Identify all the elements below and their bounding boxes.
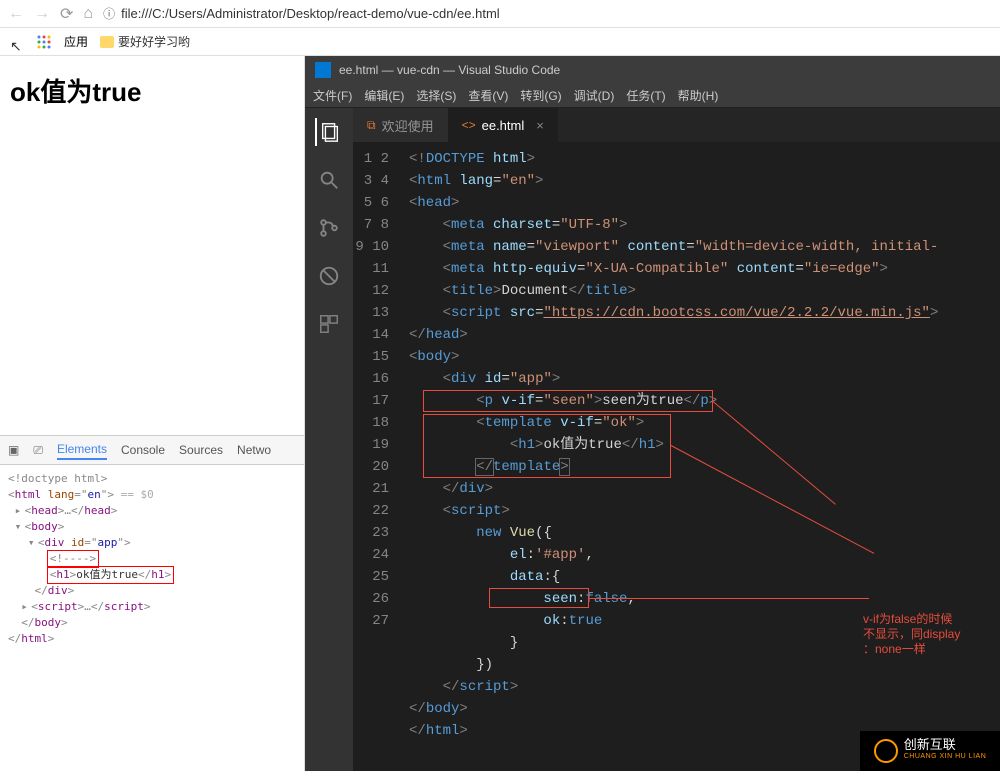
activity-bar [305,108,353,771]
page-content: ok值为true [0,56,304,125]
dom-body-open: ▾<body> [8,519,296,535]
code-editor[interactable]: 1 2 3 4 5 6 7 8 9 10 11 12 13 14 15 16 1… [353,142,1000,771]
menu-debug[interactable]: 调试(D) [574,87,615,104]
device-icon[interactable]: ⎚ [33,443,43,458]
bookmarks-bar: ↖ 应用 要好好学习哟 [0,28,1000,56]
logo-icon [874,739,898,763]
vscode-titlebar: ee.html — vue-cdn — Visual Studio Code [305,56,1000,84]
line-gutter: 1 2 3 4 5 6 7 8 9 10 11 12 13 14 15 16 1… [353,142,401,771]
menu-select[interactable]: 选择(S) [416,87,456,104]
menu-tasks[interactable]: 任务(T) [626,87,665,104]
home-icon[interactable]: ⌂ [83,5,93,23]
bookmark-label: 要好好学习哟 [118,33,190,50]
inspect-icon[interactable]: ▣ [8,443,19,457]
tab-ee-label: ee.html [482,118,525,133]
tab-ee-html[interactable]: <> ee.html × [448,108,558,142]
vscode-logo-icon [315,62,331,78]
search-icon[interactable] [315,166,343,194]
tab-elements[interactable]: Elements [57,440,107,460]
editor-tabs: ⧉ 欢迎使用 <> ee.html × [353,108,1000,142]
apps-icon[interactable] [36,34,52,50]
watermark-logo: 创新互联 CHUANG XIN HU LIAN [860,731,1000,771]
dom-html: <html lang="en"> == $0 [8,487,296,503]
tab-welcome-label: 欢迎使用 [382,116,434,135]
cursor-icon: ↖ [10,38,22,55]
dom-head: ▸<head>…</head> [8,503,296,519]
menu-view[interactable]: 查看(V) [468,87,508,104]
browser-nav-bar: ← → ⟳ ⌂ ⓘ file:///C:/Users/Administrator… [0,0,1000,28]
info-icon: ⓘ [103,5,115,22]
tab-sources[interactable]: Sources [179,441,223,459]
address-bar[interactable]: ⓘ file:///C:/Users/Administrator/Desktop… [103,5,992,22]
vscode-window: ee.html — vue-cdn — Visual Studio Code 文… [305,56,1000,771]
dom-doctype: <!doctype html> [8,471,296,487]
dom-body-close: </body> [8,615,296,631]
tab-network[interactable]: Netwo [237,441,271,459]
forward-icon[interactable]: → [34,5,50,23]
extensions-icon[interactable] [315,310,343,338]
dom-script: ▸<script>…</script> [8,599,296,615]
menu-goto[interactable]: 转到(G) [520,87,561,104]
explorer-icon[interactable] [315,118,343,146]
apps-label[interactable]: 应用 [64,33,88,50]
git-icon[interactable] [315,214,343,242]
tab-welcome[interactable]: ⧉ 欢迎使用 [353,108,448,142]
page-heading: ok值为true [10,72,294,109]
back-icon[interactable]: ← [8,5,24,23]
browser-viewport: ok值为true ▣ ⎚ Elements Console Sources Ne… [0,56,305,771]
vscode-tab-icon: ⧉ [367,118,376,133]
close-icon[interactable]: × [536,118,544,133]
tab-console[interactable]: Console [121,441,165,459]
devtools-tabs: ▣ ⎚ Elements Console Sources Netwo [0,435,304,465]
dom-h1: <h1>ok值为true</h1> [8,567,296,583]
menu-edit[interactable]: 编辑(E) [364,87,404,104]
dom-div-close: </div> [8,583,296,599]
vscode-title-text: ee.html — vue-cdn — Visual Studio Code [339,63,560,77]
dom-html-close: </html> [8,631,296,647]
url-text: file:///C:/Users/Administrator/Desktop/r… [121,6,500,21]
dom-comment: <!----> [8,551,296,567]
folder-icon [100,36,114,48]
html-file-icon: <> [462,118,476,132]
annotation-text: v-if为false的时候 不显示，同display ：none一样 [863,612,960,657]
menu-help[interactable]: 帮助(H) [678,87,719,104]
reload-icon[interactable]: ⟳ [60,4,73,24]
code-content: <!DOCTYPE html> <html lang="en"> <head> … [401,142,1000,771]
vscode-menubar: 文件(F) 编辑(E) 选择(S) 查看(V) 转到(G) 调试(D) 任务(T… [305,84,1000,108]
dom-div-open: ▾<div id="app"> [8,535,296,551]
editor-area: ⧉ 欢迎使用 <> ee.html × 1 2 3 4 5 6 7 8 9 10… [353,108,1000,771]
debug-icon[interactable] [315,262,343,290]
bookmark-folder[interactable]: 要好好学习哟 [100,33,190,50]
dom-tree[interactable]: <!doctype html> <html lang="en"> == $0 ▸… [0,465,304,653]
menu-file[interactable]: 文件(F) [313,87,352,104]
logo-text: 创新互联 CHUANG XIN HU LIAN [904,739,987,763]
